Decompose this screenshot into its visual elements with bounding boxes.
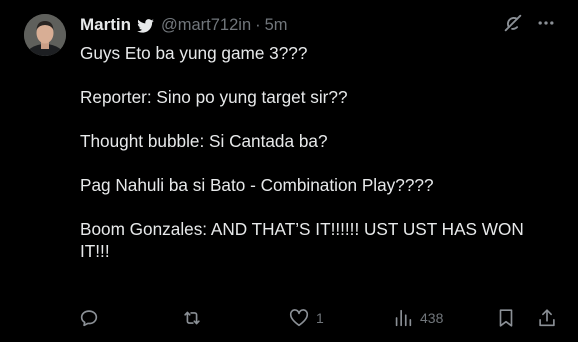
repost-button[interactable] xyxy=(181,306,209,330)
tweet-line: Pag Nahuli ba si Bato - Combination Play… xyxy=(80,175,434,195)
like-count: 1 xyxy=(316,310,324,326)
views-button[interactable]: 438 xyxy=(392,306,443,330)
reply-button[interactable] xyxy=(78,306,106,330)
share-icon xyxy=(539,309,555,327)
bookmark-button[interactable] xyxy=(495,306,517,330)
reply-icon xyxy=(80,310,98,327)
avatar-image xyxy=(24,14,66,56)
tweet-time[interactable]: 5m xyxy=(265,16,288,35)
author-handle[interactable]: @mart712in xyxy=(161,16,251,35)
views-chart-icon xyxy=(395,309,412,327)
avatar[interactable] xyxy=(24,14,66,56)
repost-icon xyxy=(184,311,200,325)
share-button[interactable] xyxy=(536,306,558,330)
tweet-line: Thought bubble: Si Cantada ba? xyxy=(80,131,328,151)
tweet-action-bar: 1 438 xyxy=(78,306,560,330)
more-dots-icon[interactable] xyxy=(536,13,556,33)
author-name[interactable]: Martin xyxy=(80,15,131,35)
tweet-card[interactable]: Martin @mart712in · 5m Guys Eto ba yung … xyxy=(0,0,578,342)
header-separator: · xyxy=(255,15,261,34)
tweet-header: Martin @mart712in · 5m xyxy=(80,13,288,37)
tweet-line: Guys Eto ba yung game 3??? xyxy=(80,43,308,63)
tweet-top-actions xyxy=(502,12,556,34)
bird-badge-icon xyxy=(136,16,155,35)
grok-slash-icon[interactable] xyxy=(502,12,524,34)
like-button[interactable]: 1 xyxy=(288,306,324,330)
heart-icon xyxy=(289,309,309,327)
view-count: 438 xyxy=(420,310,444,326)
tweet-text: Guys Eto ba yung game 3??? Reporter: Sin… xyxy=(80,42,540,262)
bookmark-icon xyxy=(499,309,513,327)
tweet-line: Reporter: Sino po yung target sir?? xyxy=(80,87,348,107)
tweet-line: Boom Gonzales: AND THAT’S IT!!!!!! UST U… xyxy=(80,219,524,261)
